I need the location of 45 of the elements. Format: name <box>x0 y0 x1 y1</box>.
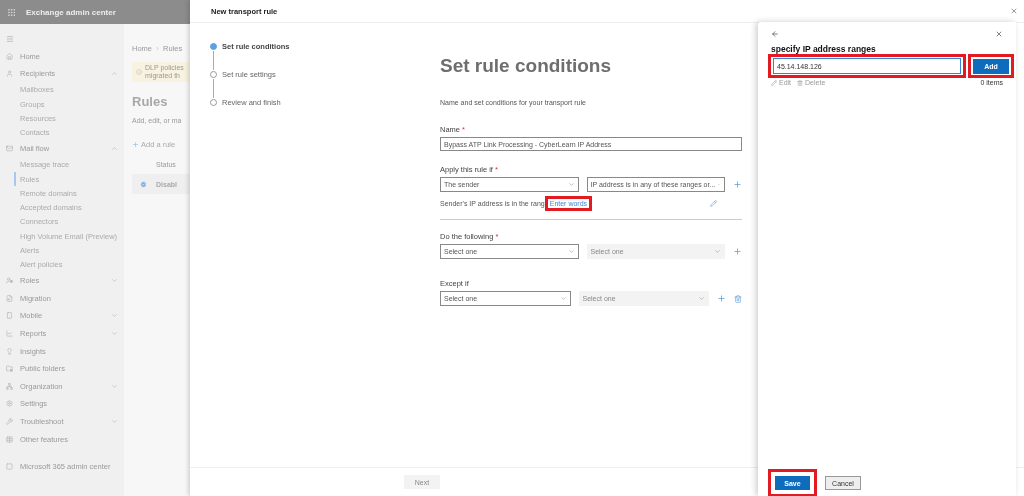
check-circle-icon <box>140 180 147 188</box>
form-heading: Set rule conditions <box>440 55 613 77</box>
envelope-icon <box>6 145 13 153</box>
wrench-icon <box>6 418 13 425</box>
chevron-down-icon <box>567 181 575 188</box>
chevron-up-icon <box>111 145 118 153</box>
person-gear-icon <box>6 277 13 285</box>
house-icon <box>6 52 13 60</box>
network-icon <box>6 382 13 390</box>
chevron-down-icon <box>111 312 118 320</box>
chevron-down-icon <box>111 330 118 337</box>
chevron-down-icon <box>111 418 118 425</box>
person-icon <box>6 70 13 78</box>
panel-title: specify IP address ranges <box>771 44 877 54</box>
pencil-icon[interactable] <box>710 199 717 207</box>
trash-icon <box>797 79 804 86</box>
app-title: Exchange admin center <box>26 7 116 17</box>
table-icon <box>6 435 13 443</box>
settings-icon <box>6 400 13 408</box>
chevron-up-icon <box>111 70 118 78</box>
add-icon[interactable] <box>733 180 742 189</box>
delete-icon[interactable] <box>734 294 742 303</box>
plus-icon <box>132 141 139 148</box>
pencil-icon <box>771 79 777 86</box>
chevron-right-icon <box>155 46 160 51</box>
close-icon[interactable] <box>995 30 1003 38</box>
file-arrow-icon <box>6 294 13 302</box>
lightbulb-icon <box>6 347 13 355</box>
close-icon[interactable] <box>1010 7 1018 15</box>
add-icon[interactable] <box>717 294 726 303</box>
chevron-down-icon <box>698 295 705 302</box>
info-icon <box>136 69 142 75</box>
add-icon[interactable] <box>733 247 742 256</box>
chevron-down-icon <box>559 295 567 302</box>
chevron-down-icon <box>714 248 721 255</box>
app-launcher-icon[interactable] <box>7 7 16 17</box>
chevron-down-icon <box>111 382 118 390</box>
chevron-down-icon <box>567 248 575 255</box>
back-icon[interactable] <box>771 30 779 38</box>
menu-icon[interactable] <box>6 34 14 43</box>
page-title: Rules <box>132 94 169 109</box>
chevron-down-icon <box>111 277 118 285</box>
phone-icon <box>6 312 13 320</box>
line-chart-icon <box>6 330 13 337</box>
folder-icon <box>6 365 13 373</box>
